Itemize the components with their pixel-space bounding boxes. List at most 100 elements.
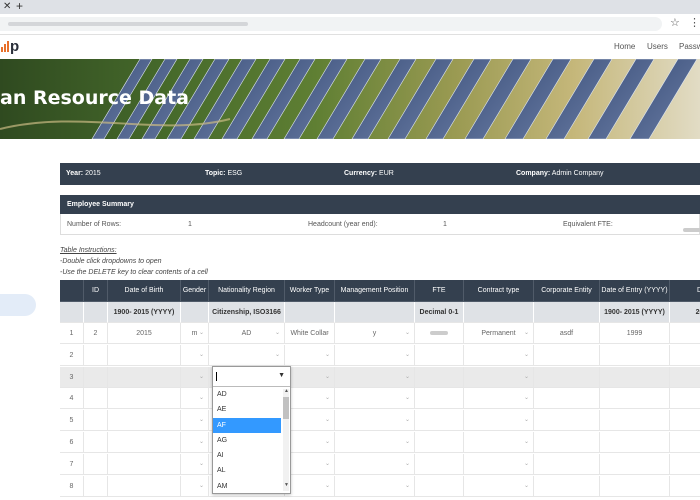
chevron-down-icon[interactable]: ⌄ [524,345,529,365]
table-row[interactable]: 5⌄⌄⌄⌄⌄ [60,410,700,432]
table-cell[interactable]: 1999 [600,323,670,344]
table-cell[interactable] [534,475,600,497]
table-cell[interactable]: ⌄ [335,388,415,410]
table-cell[interactable] [670,366,700,388]
scroll-down-icon[interactable]: ▼ [284,482,289,488]
chevron-down-icon[interactable]: ⌄ [199,476,204,496]
chevron-down-icon[interactable]: ⌄ [325,388,330,408]
chevron-down-icon[interactable]: ⌄ [275,323,280,343]
table-cell[interactable] [670,323,700,344]
sidebar-active-item[interactable] [0,294,36,316]
nav-users-link[interactable]: Users [647,42,668,51]
table-cell[interactable]: ⌄ [335,432,415,453]
table-cell[interactable]: ⌄ [464,432,534,453]
brand-logo[interactable]: p [0,38,19,55]
table-cell[interactable]: ⌄ [464,410,534,432]
nav-password-link[interactable]: Passw [679,42,700,51]
table-cell[interactable] [670,410,700,432]
table-cell[interactable] [600,432,670,453]
table-cell[interactable] [415,475,464,497]
table-cell[interactable] [108,475,181,497]
table-cell[interactable]: ⌄ [335,366,415,388]
table-cell[interactable]: asdf [534,323,600,344]
table-cell[interactable] [415,410,464,432]
dropdown-scrollbar[interactable] [283,389,289,491]
table-cell[interactable] [534,432,600,453]
table-cell[interactable] [670,432,700,453]
table-cell[interactable]: ⌄ [181,475,209,497]
table-cell[interactable]: 2015 [108,323,181,344]
table-cell[interactable] [108,453,181,475]
chevron-down-icon[interactable]: ⌄ [325,410,330,430]
table-cell[interactable] [600,366,670,388]
table-cell[interactable] [415,388,464,410]
table-cell[interactable]: ⌄ [335,475,415,497]
table-row[interactable]: 6⌄⌄⌄⌄⌄ [60,432,700,453]
table-cell[interactable] [534,366,600,388]
table-cell[interactable] [84,410,108,432]
chevron-down-icon[interactable]: ⌄ [325,432,330,452]
dropdown-option[interactable]: AL [213,463,281,478]
scrollbar-thumb[interactable] [283,397,289,419]
chevron-down-icon[interactable]: ⌄ [405,454,410,474]
table-cell[interactable] [108,388,181,410]
nav-home-link[interactable]: Home [614,42,635,51]
table-row[interactable]: 1 2 2015 m ⌄ AD ⌄ White Collar ⌄ y ⌄ Permanent ⌄ asdf… [60,323,700,344]
table-cell[interactable]: ⌄ [335,453,415,475]
chevron-down-icon[interactable]: ⌄ [524,410,529,430]
dropdown-option[interactable]: AD [213,387,281,402]
chevron-down-icon[interactable]: ⌄ [199,345,204,365]
table-cell[interactable] [600,388,670,410]
chevron-down-icon[interactable]: ⌄ [199,432,204,452]
dropdown-option[interactable]: AE [213,402,281,417]
table-cell[interactable]: White Collar ⌄ [285,323,335,344]
table-cell[interactable] [670,344,700,366]
table-cell[interactable] [84,388,108,410]
new-tab-icon[interactable]: + [16,0,23,13]
nationality-dropdown[interactable]: ▼ AD AE AF AG AI AL AM ▲ ▼ [212,366,291,494]
table-cell[interactable] [534,453,600,475]
table-cell[interactable] [415,366,464,388]
dropdown-arrow-icon[interactable]: ▼ [278,372,285,379]
table-cell[interactable] [600,453,670,475]
table-cell[interactable] [108,410,181,432]
chevron-down-icon[interactable]: ⌄ [405,388,410,408]
table-cell[interactable]: ⌄ [181,410,209,432]
chevron-down-icon[interactable]: ⌄ [524,432,529,452]
table-cell[interactable] [415,323,464,344]
table-cell[interactable] [415,344,464,366]
chevron-down-icon[interactable]: ⌄ [405,410,410,430]
chevron-down-icon[interactable]: ⌄ [405,432,410,452]
table-cell[interactable] [534,344,600,366]
table-row[interactable]: 7⌄⌄⌄⌄⌄ [60,453,700,475]
chevron-down-icon[interactable]: ⌄ [405,367,410,387]
table-cell[interactable]: y ⌄ [335,323,415,344]
table-cell[interactable]: ⌄ [181,388,209,410]
chevron-down-icon[interactable]: ⌄ [199,323,204,343]
table-cell[interactable]: ⌄ [335,410,415,432]
table-cell[interactable]: ⌄ [209,344,285,366]
table-cell[interactable]: ⌄ [464,344,534,366]
chevron-down-icon[interactable]: ⌄ [325,367,330,387]
table-cell[interactable]: ⌄ [464,453,534,475]
table-cell[interactable] [600,410,670,432]
chevron-down-icon[interactable]: ⌄ [405,476,410,496]
table-cell[interactable]: ⌄ [181,432,209,453]
chevron-down-icon[interactable]: ⌄ [275,345,280,365]
table-cell[interactable]: ⌄ [285,388,335,410]
table-cell[interactable]: ⌄ [285,475,335,497]
chevron-down-icon[interactable]: ⌄ [199,454,204,474]
dropdown-option[interactable]: AF [213,417,281,433]
chevron-down-icon[interactable]: ⌄ [325,323,330,343]
table-cell[interactable]: ⌄ [181,453,209,475]
table-cell[interactable] [415,432,464,453]
browser-menu-icon[interactable]: ⋮ [689,16,700,29]
close-tab-icon[interactable]: ✕ [3,1,11,13]
table-row[interactable]: 3⌄⌄⌄⌄⌄ [60,366,700,388]
chevron-down-icon[interactable]: ⌄ [405,345,410,365]
table-cell[interactable]: ⌄ [464,366,534,388]
table-cell[interactable]: ⌄ [285,432,335,453]
address-bar[interactable] [0,17,662,31]
table-cell[interactable] [600,344,670,366]
table-cell[interactable] [534,410,600,432]
